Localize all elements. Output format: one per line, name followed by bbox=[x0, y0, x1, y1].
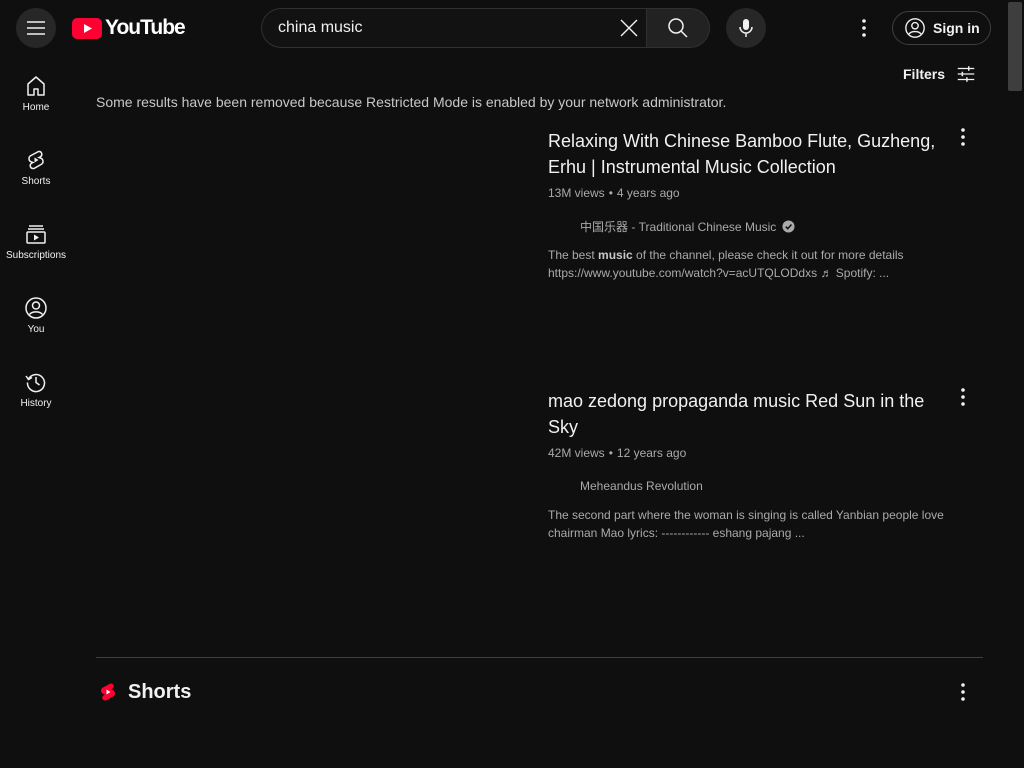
shorts-menu-button[interactable] bbox=[951, 680, 975, 704]
sidebar-item-shorts[interactable]: Shorts bbox=[4, 130, 68, 200]
voice-search-button[interactable] bbox=[726, 8, 766, 48]
search-box[interactable] bbox=[261, 8, 647, 48]
upload-age: 4 years ago bbox=[616, 186, 680, 200]
video-metadata: 42M views • 12 years ago bbox=[548, 444, 948, 462]
description-highlight: music bbox=[598, 248, 633, 262]
more-vertical-icon bbox=[961, 388, 965, 406]
sidebar-item-label: Shorts bbox=[21, 176, 51, 187]
upload-age: 12 years ago bbox=[616, 446, 687, 460]
channel-info[interactable]: Meheandus Revolution bbox=[548, 474, 948, 498]
filters-button[interactable]: Filters bbox=[903, 62, 977, 86]
filters-label: Filters bbox=[903, 66, 946, 82]
home-icon bbox=[27, 76, 45, 96]
channel-info[interactable]: 中国乐器 - Traditional Chinese Music bbox=[548, 214, 948, 238]
separator-dot: • bbox=[608, 186, 613, 200]
scrollbar-thumb[interactable] bbox=[1008, 2, 1022, 91]
video-result[interactable]: mao zedong propaganda music Red Sun in t… bbox=[548, 388, 948, 542]
subscriptions-icon bbox=[26, 225, 46, 244]
sidebar-item-history[interactable]: History bbox=[4, 352, 68, 422]
settings-more-button[interactable] bbox=[852, 16, 876, 40]
description-text: The second part where the woman is singi… bbox=[548, 508, 944, 540]
youtube-logo[interactable]: YouTube bbox=[72, 16, 186, 40]
youtube-play-icon bbox=[72, 17, 102, 39]
page-scrollbar[interactable] bbox=[1006, 0, 1024, 768]
sidebar-item-label: You bbox=[27, 324, 45, 335]
history-icon bbox=[25, 373, 46, 393]
shorts-icon bbox=[28, 150, 44, 170]
hamburger-menu-icon bbox=[27, 21, 45, 35]
channel-name[interactable]: 中国乐器 - Traditional Chinese Music bbox=[580, 218, 776, 235]
sidebar-item-home[interactable]: Home bbox=[4, 56, 68, 126]
more-vertical-icon bbox=[961, 128, 965, 146]
shorts-title: Shorts bbox=[128, 680, 192, 703]
view-count: 42M views bbox=[548, 446, 605, 460]
video-metadata: 13M views • 4 years ago bbox=[548, 184, 948, 202]
section-divider bbox=[96, 657, 983, 658]
video-action-menu-button[interactable] bbox=[951, 125, 975, 149]
sidebar-item-label: Subscriptions bbox=[5, 250, 67, 261]
separator-dot: • bbox=[608, 446, 613, 460]
video-description: The second part where the woman is singi… bbox=[548, 506, 948, 542]
video-description: The best music of the channel, please ch… bbox=[548, 246, 948, 282]
shorts-logo-icon bbox=[100, 683, 116, 701]
channel-name[interactable]: Meheandus Revolution bbox=[580, 479, 703, 493]
sign-in-button[interactable]: Sign in bbox=[892, 11, 991, 45]
more-vertical-icon bbox=[862, 19, 866, 37]
filter-sliders-icon bbox=[957, 66, 975, 82]
close-icon bbox=[620, 19, 638, 37]
video-title[interactable]: Relaxing With Chinese Bamboo Flute, Guzh… bbox=[548, 128, 948, 180]
top-bar: YouTube Sign in bbox=[0, 0, 1024, 56]
video-title[interactable]: mao zedong propaganda music Red Sun in t… bbox=[548, 388, 948, 440]
sign-in-label: Sign in bbox=[933, 20, 980, 36]
search-button[interactable] bbox=[646, 8, 710, 48]
clear-search-button[interactable] bbox=[617, 16, 641, 40]
you-icon bbox=[25, 297, 47, 319]
menu-button[interactable] bbox=[16, 8, 56, 48]
sidebar-item-you[interactable]: You bbox=[4, 278, 68, 348]
restricted-mode-notice: Some results have been removed because R… bbox=[96, 94, 727, 110]
search-input[interactable] bbox=[278, 9, 608, 47]
view-count: 13M views bbox=[548, 186, 605, 200]
sidebar-item-subscriptions[interactable]: Subscriptions bbox=[4, 204, 68, 274]
description-text: The best bbox=[548, 248, 599, 262]
more-vertical-icon bbox=[961, 683, 965, 701]
microphone-icon bbox=[739, 19, 753, 37]
account-circle-icon bbox=[905, 18, 925, 38]
search-icon bbox=[668, 18, 688, 38]
video-action-menu-button[interactable] bbox=[951, 385, 975, 409]
sidebar-item-label: Home bbox=[22, 102, 50, 113]
logo-text: YouTube bbox=[105, 16, 186, 39]
sidebar-item-label: History bbox=[20, 398, 52, 409]
verified-badge-icon bbox=[782, 219, 795, 233]
shorts-shelf-header: Shorts bbox=[96, 680, 191, 704]
video-result[interactable]: Relaxing With Chinese Bamboo Flute, Guzh… bbox=[548, 128, 948, 282]
